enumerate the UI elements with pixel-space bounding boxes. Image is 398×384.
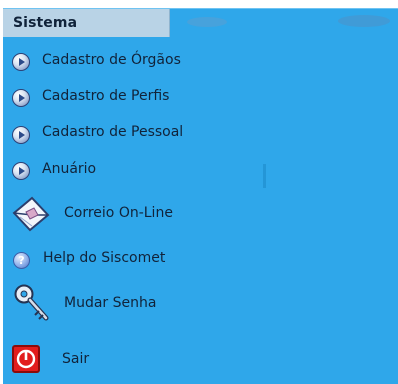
menu-item-correio-online[interactable]: Correio On-Line [3, 194, 393, 234]
menu-item-label: Cadastro de Perfis [42, 88, 170, 104]
menu-header: Sistema [3, 9, 170, 37]
help-icon: ? [13, 252, 30, 269]
menu-item-sair[interactable]: Sair [3, 343, 393, 377]
menu-item-cadastro-orgaos[interactable]: Cadastro de Órgãos [3, 49, 393, 73]
menu-item-label: Correio On-Line [64, 205, 173, 221]
menu-item-label: Cadastro de Pessoal [42, 124, 184, 140]
system-menu-panel: Sistema Cadastro de Órgãos Cadastro de P… [3, 8, 398, 384]
arrow-bullet-icon [12, 126, 30, 144]
menu-item-mudar-senha[interactable]: Mudar Senha [3, 283, 393, 325]
menu-item-label: Help do Siscomet [43, 250, 166, 266]
key-icon [14, 284, 49, 321]
menu-item-cadastro-perfis[interactable]: Cadastro de Perfis [3, 85, 393, 109]
arrow-bullet-icon [12, 89, 30, 107]
menu-item-label: Sair [62, 351, 90, 367]
arrow-bullet-icon [12, 53, 30, 71]
mail-envelope-icon [12, 196, 50, 232]
menu-item-cadastro-pessoal[interactable]: Cadastro de Pessoal [3, 121, 393, 145]
menu-title: Sistema [13, 15, 78, 31]
menu-item-label: Mudar Senha [64, 295, 157, 311]
menu-item-anuario[interactable]: Anuário [3, 159, 393, 183]
blurred-area [338, 15, 390, 27]
arrow-bullet-icon [12, 162, 30, 180]
menu-item-label: Cadastro de Órgãos [42, 52, 181, 68]
menu-item-label: Anuário [42, 161, 97, 177]
power-exit-icon [12, 345, 40, 373]
blurred-area [187, 17, 227, 27]
menu-item-help-siscomet[interactable]: ? Help do Siscomet [3, 248, 393, 272]
